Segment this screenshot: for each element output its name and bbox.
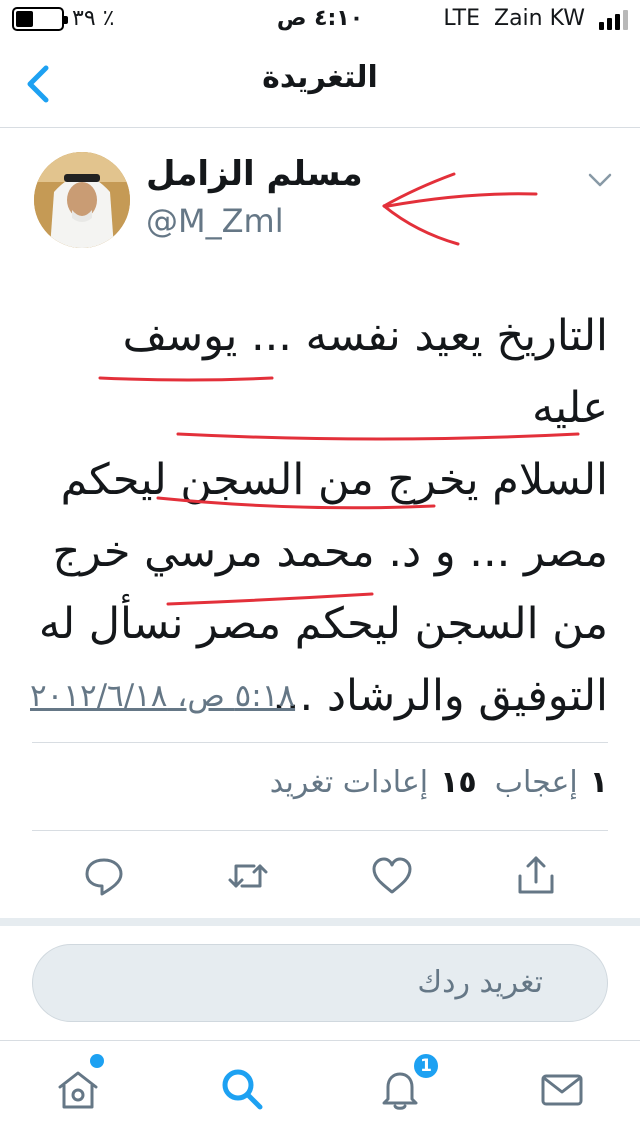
network-status: LTE Zain KW bbox=[443, 6, 628, 31]
chevron-down-icon[interactable] bbox=[586, 170, 614, 190]
tweet-line: من السجن ليحكم مصر نسأل له bbox=[38, 599, 608, 649]
notifications-badge: 1 bbox=[412, 1052, 440, 1080]
divider bbox=[32, 830, 608, 831]
signal-icon bbox=[599, 8, 628, 30]
retweet-icon[interactable] bbox=[226, 854, 270, 898]
likes-stat[interactable]: ١ إعجاب bbox=[495, 765, 608, 800]
tweet-stats: ١ إعجاب ١٥ إعادات تغريد bbox=[270, 765, 608, 800]
avatar[interactable] bbox=[34, 152, 130, 248]
retweets-stat[interactable]: ١٥ إعادات تغريد bbox=[270, 765, 477, 800]
divider bbox=[32, 742, 608, 743]
share-icon[interactable] bbox=[514, 854, 558, 898]
section-separator bbox=[0, 918, 640, 926]
author-handle[interactable]: @M_Zml bbox=[146, 202, 284, 240]
mail-icon[interactable] bbox=[538, 1065, 586, 1113]
tweet-line: مصر ... و د. محمد مرسي خرج bbox=[52, 527, 608, 577]
home-unread-dot bbox=[90, 1054, 104, 1068]
retweet-count: ١٥ bbox=[440, 765, 477, 800]
author-name[interactable]: مسلم الزامل bbox=[146, 154, 363, 194]
like-count: ١ bbox=[589, 765, 608, 800]
retweet-label: إعادات تغريد bbox=[269, 765, 429, 800]
tweet-timestamp[interactable]: ٥:١٨ ص، ٢٠١٢/٦/١٨ bbox=[30, 678, 295, 714]
status-bar: ٣٩ ٪ ٤:١٠ ص LTE Zain KW bbox=[0, 0, 640, 40]
search-icon[interactable] bbox=[218, 1065, 266, 1113]
nav-bar: التغريدة bbox=[0, 40, 640, 128]
tweet-actions bbox=[0, 850, 640, 906]
tweet-line: التاريخ يعيد نفسه ... يوسف عليه bbox=[122, 311, 608, 433]
reply-placeholder: تغريد ردك bbox=[417, 965, 543, 1000]
heart-icon[interactable] bbox=[370, 854, 414, 898]
page-title: التغريدة bbox=[262, 60, 378, 95]
carrier-name: Zain KW bbox=[494, 6, 585, 31]
like-label: إعجاب bbox=[494, 765, 578, 800]
tweet-line: السلام يخرج من السجن ليحكم bbox=[60, 455, 608, 505]
tweet-text: التاريخ يعيد نفسه ... يوسف عليه السلام ي… bbox=[36, 300, 608, 732]
annotation-arrow-icon bbox=[382, 172, 538, 246]
reply-input[interactable]: تغريد ردك bbox=[32, 944, 608, 1022]
reply-icon[interactable] bbox=[82, 854, 126, 898]
network-type: LTE bbox=[443, 6, 480, 31]
home-icon[interactable] bbox=[54, 1065, 102, 1113]
